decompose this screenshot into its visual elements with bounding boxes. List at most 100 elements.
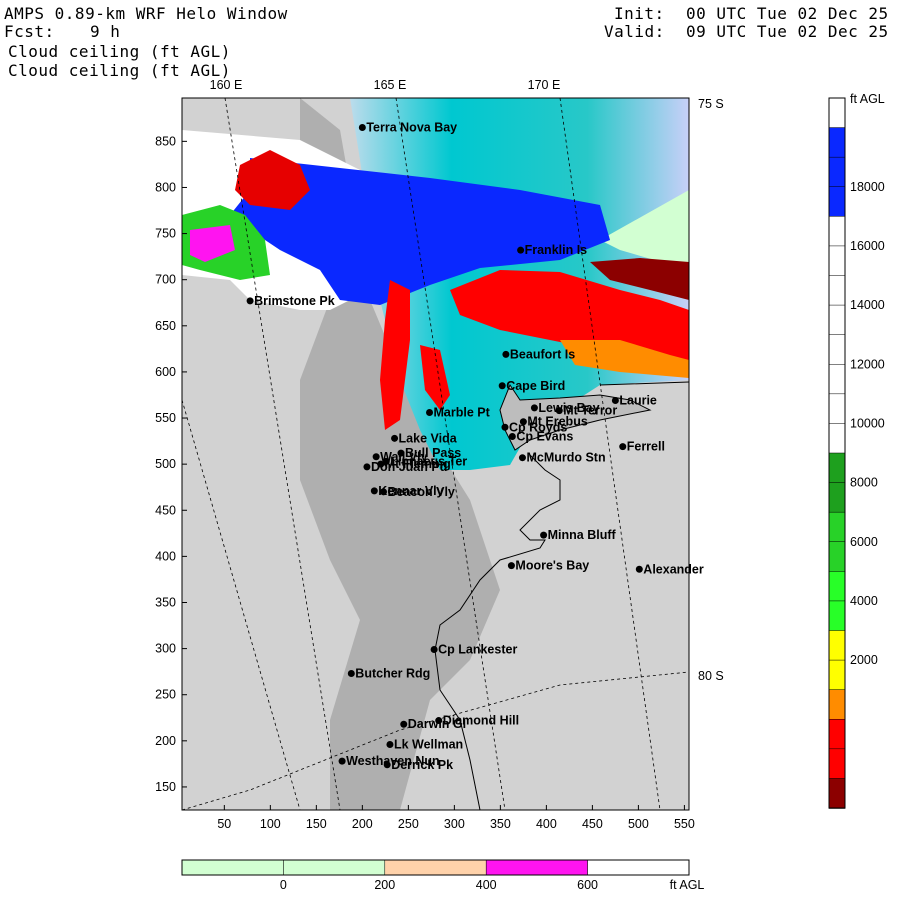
latitude-label: 75 S [698, 97, 724, 111]
station-marker[interactable] [426, 408, 434, 416]
station-marker[interactable] [502, 350, 510, 358]
station-marker[interactable] [498, 382, 506, 390]
station-label: Ferrell [627, 440, 665, 454]
x-tick-label: 200 [352, 817, 373, 831]
colorbar-swatch [828, 452, 846, 484]
station-marker[interactable] [391, 434, 399, 442]
y-tick-label: 300 [155, 642, 176, 656]
colorbar-swatch [828, 511, 846, 543]
colorbar-unit-label: ft AGL [850, 92, 885, 106]
station-marker[interactable] [380, 488, 388, 496]
station-label: Minna Bluff [548, 528, 617, 542]
y-tick-label: 350 [155, 595, 176, 609]
station-marker[interactable] [619, 443, 627, 451]
station-label: Beaufort Is [510, 347, 575, 361]
map-figure: 50 100 150 200 250 300 350 400 450 500 550 850 800 75… [155, 78, 885, 892]
colorbar-swatch [828, 127, 846, 158]
station-marker[interactable] [540, 531, 548, 539]
colorbar-tick-label: 18000 [850, 180, 885, 194]
station-marker[interactable] [635, 565, 643, 573]
station-marker[interactable] [382, 457, 390, 465]
colorbar-tick-label: 0 [280, 878, 287, 892]
colorbar-swatch [283, 859, 386, 876]
station-marker[interactable] [501, 423, 509, 431]
colorbar-tick-label: 14000 [850, 298, 885, 312]
colorbar-swatch [828, 393, 846, 425]
colorbar-unit-label: ft AGL [670, 878, 705, 892]
station-marker[interactable] [507, 562, 515, 570]
y-tick-label: 250 [155, 688, 176, 702]
colorbar-tick-label: 6000 [850, 535, 878, 549]
station-marker[interactable] [430, 646, 438, 654]
colorbar-swatch [828, 97, 846, 129]
colorbar-swatch [384, 859, 487, 876]
colorbar-swatch [828, 541, 846, 573]
low-ceiling-colorbar: 0 200 400 600 ft AGL [181, 859, 705, 892]
x-tick-label: 100 [260, 817, 281, 831]
station-label: Franklin Is [525, 243, 588, 257]
colorbar-swatch [828, 156, 846, 188]
station-marker[interactable] [386, 741, 394, 749]
station-marker[interactable] [555, 407, 563, 415]
y-tick-label: 450 [155, 503, 176, 517]
colorbar-tick-label: 12000 [850, 357, 885, 371]
colorbar-swatch [828, 245, 846, 277]
colorbar-swatch [828, 364, 846, 395]
station-label: Alexander [643, 562, 704, 576]
station-marker[interactable] [400, 720, 408, 728]
y-tick-label: 200 [155, 734, 176, 748]
x-tick-label: 50 [217, 817, 231, 831]
y-tick-label: 850 [155, 134, 176, 148]
station-marker[interactable] [358, 124, 366, 132]
x-tick-label: 150 [306, 817, 327, 831]
station-marker[interactable] [370, 487, 378, 495]
station-label: Beacon Vly [388, 485, 455, 499]
longitude-label: 160 E [210, 78, 243, 92]
colorbar-swatch [587, 859, 690, 876]
x-tick-label: 250 [398, 817, 419, 831]
station-marker[interactable] [508, 432, 516, 440]
station-label: Brimstone Pk [254, 294, 335, 308]
colorbar-swatch [485, 859, 588, 876]
colorbar-tick-label: 400 [476, 878, 497, 892]
x-tick-label: 350 [490, 817, 511, 831]
x-tick-label: 550 [674, 817, 695, 831]
y-tick-label: 700 [155, 273, 176, 287]
longitude-label: 165 E [374, 78, 407, 92]
colorbar-swatch [828, 216, 846, 247]
station-marker[interactable] [347, 670, 355, 678]
colorbar-swatch [828, 748, 846, 780]
colorbar-swatch [828, 334, 846, 365]
station-marker[interactable] [517, 246, 525, 254]
station-marker[interactable] [246, 297, 254, 305]
station-label: Cp Lankester [438, 643, 517, 657]
colorbar-swatch [828, 482, 846, 513]
station-label: Lk Wellman [394, 738, 463, 752]
colorbar-tick-label: 600 [577, 878, 598, 892]
station-label: Cape Bird [506, 379, 565, 393]
colorbar-tick-label: 200 [374, 878, 395, 892]
colorbar-swatch [828, 719, 846, 750]
station-label: Laurie [619, 394, 657, 408]
station-marker[interactable] [363, 463, 371, 471]
station-marker[interactable] [518, 454, 526, 462]
colorbar-swatch [828, 659, 846, 691]
longitude-label: 170 E [528, 78, 561, 92]
station-marker[interactable] [530, 404, 538, 412]
y-tick-label: 800 [155, 180, 176, 194]
colorbar-tick-label: 2000 [850, 653, 878, 667]
station-label: Linnaeus Ter [390, 454, 467, 468]
colorbar-swatch [828, 630, 846, 661]
latitude-label: 80 S [698, 669, 724, 683]
colorbar-tick-label: 8000 [850, 476, 878, 490]
x-tick-label: 300 [444, 817, 465, 831]
colorbar-swatch [828, 423, 846, 454]
station-marker[interactable] [338, 757, 346, 765]
station-label: Moore's Bay [515, 559, 589, 573]
station-marker[interactable] [383, 761, 391, 769]
station-label: McMurdo Stn [526, 451, 605, 465]
y-tick-label: 650 [155, 319, 176, 333]
colorbar-swatch [828, 689, 846, 721]
station-label: Butcher Rdg [355, 667, 430, 681]
y-tick-label: 750 [155, 227, 176, 241]
